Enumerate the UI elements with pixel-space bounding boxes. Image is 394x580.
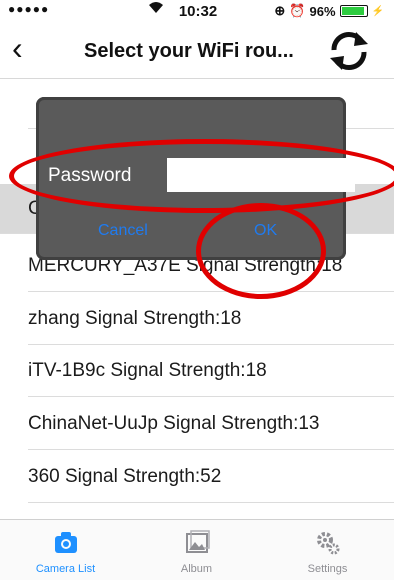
charging-icon: ⚡ xyxy=(371,5,384,17)
tab-label: Album xyxy=(180,563,213,575)
password-label: Password xyxy=(48,165,132,186)
refresh-icon[interactable] xyxy=(326,28,372,74)
alarm-icon: ⏰ xyxy=(289,3,306,18)
tab-label: Camera List xyxy=(35,563,96,575)
status-time: 10:32 xyxy=(178,3,218,20)
ok-button[interactable]: OK xyxy=(248,221,283,241)
back-chevron-icon[interactable]: ‹ xyxy=(12,32,23,64)
cancel-button[interactable]: Cancel xyxy=(92,221,154,241)
location-icon: ⊕ xyxy=(274,3,286,18)
tab-label: Settings xyxy=(307,563,348,575)
tab-settings[interactable]: Settings xyxy=(262,520,393,580)
album-icon xyxy=(183,528,211,556)
list-item[interactable]: ChinaNet-UuJp Signal Strength:13 xyxy=(28,399,394,450)
password-dialog: Password Cancel OK xyxy=(36,97,355,260)
wifi-icon xyxy=(148,1,164,17)
page-title: Select your WiFi rou... xyxy=(84,40,294,62)
tab-album[interactable]: Album xyxy=(131,520,262,580)
camera-icon xyxy=(52,528,80,556)
password-input[interactable] xyxy=(167,158,355,192)
tab-bar: Camera List Album Settings xyxy=(0,519,394,580)
gear-icon xyxy=(314,528,342,556)
list-item[interactable]: zhang Signal Strength:18 xyxy=(28,294,394,345)
list-item[interactable]: iTV-1B9c Signal Strength:18 xyxy=(28,346,394,397)
battery-icon xyxy=(339,5,368,17)
status-right: ⊕ ⏰ 96% ⚡ xyxy=(274,3,384,19)
status-bar: ●●●●● 10:32 ⊕ ⏰ 96% ⚡ xyxy=(0,0,394,22)
battery-percent: 96% xyxy=(309,3,336,19)
list-item[interactable]: 360 Signal Strength:52 xyxy=(28,452,394,503)
navigation-bar: ‹ Select your WiFi rou... xyxy=(0,22,394,79)
tab-camera-list[interactable]: Camera List xyxy=(0,520,131,580)
cellular-signal-icon: ●●●●● xyxy=(8,2,50,16)
